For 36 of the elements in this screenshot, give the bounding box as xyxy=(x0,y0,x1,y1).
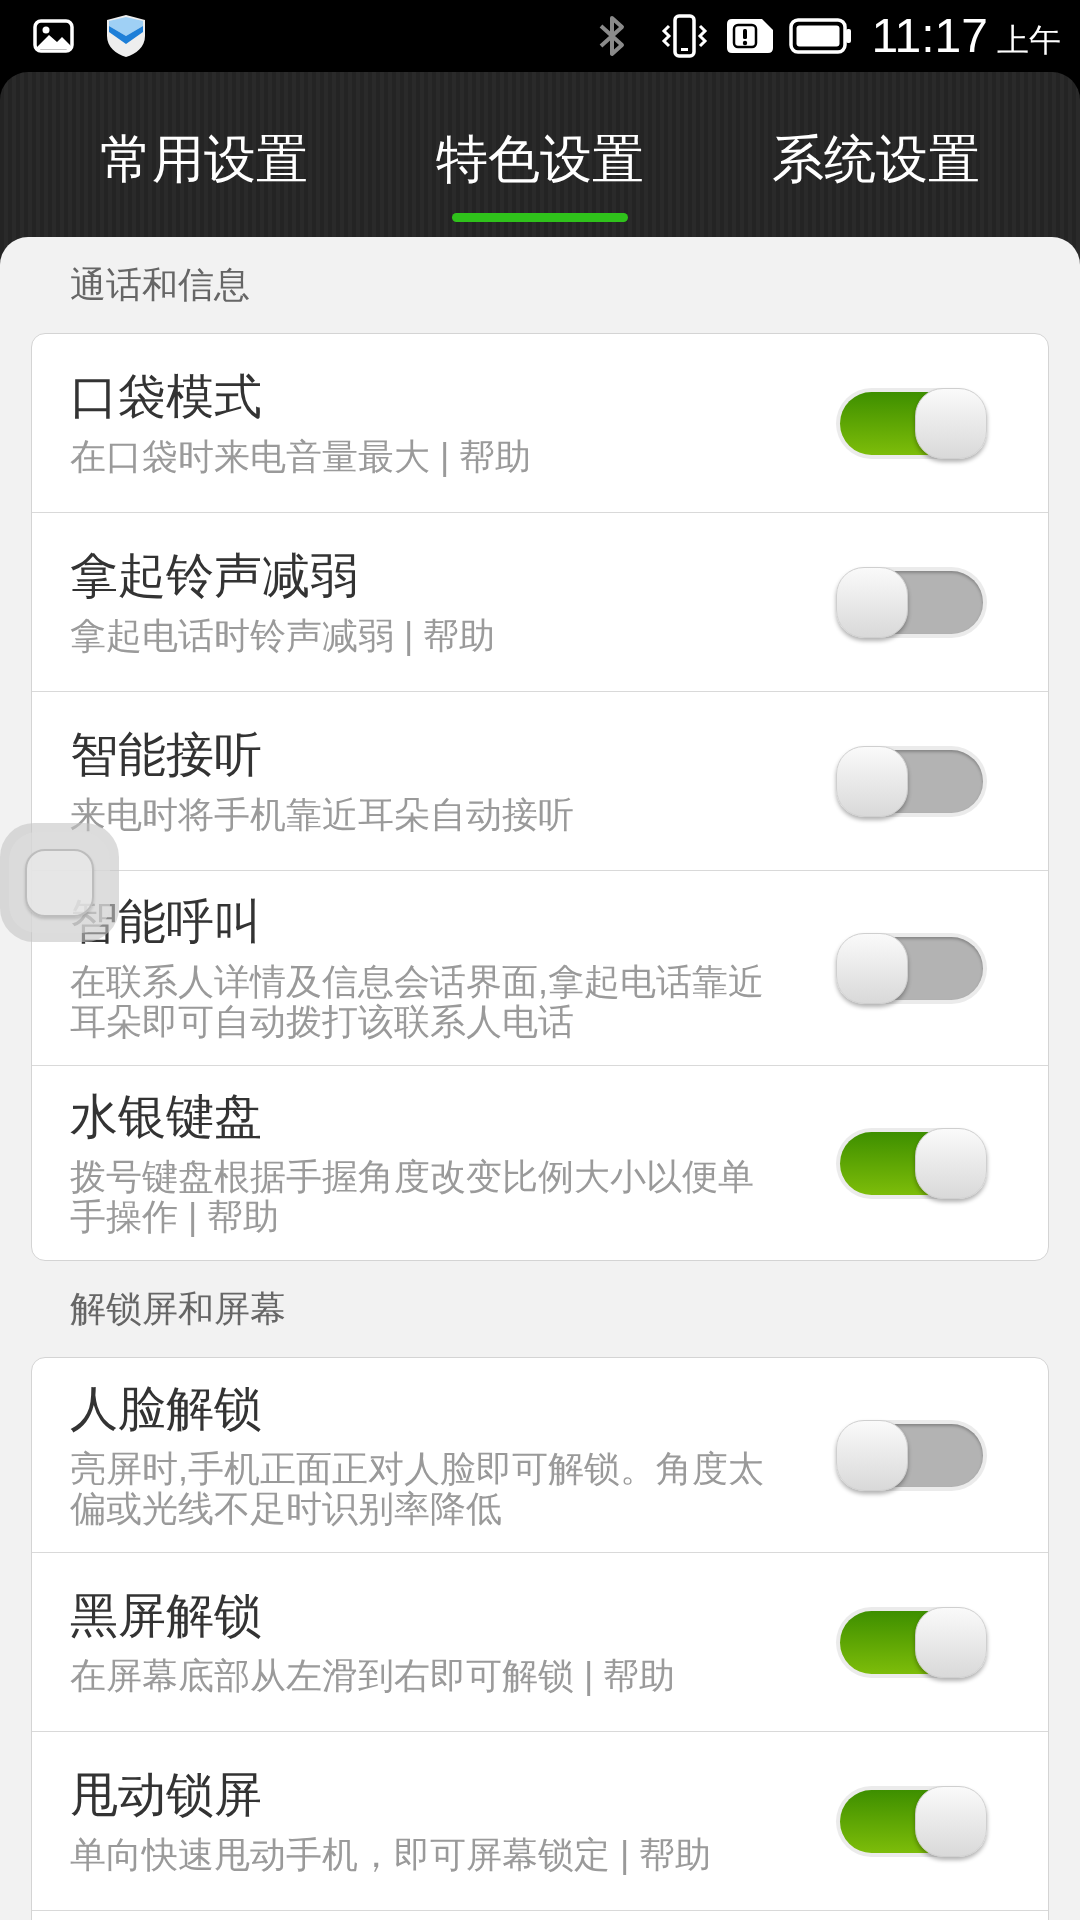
setting-description: 在屏幕底部从左滑到右即可解锁 | 帮助 xyxy=(70,1656,676,1696)
toggle-switch[interactable] xyxy=(836,745,987,817)
toggle-switch[interactable] xyxy=(836,566,987,638)
setting-description: 拿起电话时铃声减弱 | 帮助 xyxy=(70,616,496,656)
setting-title: 人脸解锁 xyxy=(70,1381,262,1437)
setting-description: 亮屏时,手机正面正对人脸即可解锁。角度太偏或光线不足时识别率降低 xyxy=(70,1449,765,1529)
setting-title: 黑屏解锁 xyxy=(70,1588,262,1644)
setting-description: 在口袋时来电音量最大 | 帮助 xyxy=(70,437,532,477)
tab[interactable]: 常用设置 xyxy=(100,129,308,222)
setting-description: 在联系人详情及信息会话界面,拿起电话靠近耳朵即可自动拨打该联系人电话 xyxy=(70,962,765,1042)
setting-title: 智能呼叫 xyxy=(70,894,262,950)
toggle-switch[interactable] xyxy=(836,932,987,1004)
setting-description: 单向快速甩动手机，即可屏幕锁定 | 帮助 xyxy=(70,1835,712,1875)
toggle-switch[interactable] xyxy=(836,387,987,459)
shield-icon xyxy=(105,14,147,58)
time-period: 上午 xyxy=(997,21,1061,60)
tab[interactable]: 系统设置 xyxy=(772,129,980,222)
setting-title: 甩动锁屏 xyxy=(70,1767,262,1823)
setting-title: 水银键盘 xyxy=(70,1089,262,1145)
setting-title: 智能接听 xyxy=(70,727,262,783)
section-header: 解锁屏和屏幕 xyxy=(70,1287,286,1331)
status-time: 11:17 xyxy=(871,8,988,64)
setting-description: 来电时将手机靠近耳朵自动接听 xyxy=(70,795,574,835)
toggle-switch[interactable] xyxy=(836,1127,987,1199)
vibrate-icon xyxy=(660,14,710,58)
toggle-switch[interactable] xyxy=(836,1419,987,1491)
setting-description: 拨号键盘根据手握角度改变比例大小以便单手操作 | 帮助 xyxy=(70,1157,755,1237)
battery-icon xyxy=(789,18,853,54)
toggle-switch[interactable] xyxy=(836,1606,987,1678)
tab[interactable]: 特色设置 xyxy=(436,129,644,222)
setting-title: 拿起铃声减弱 xyxy=(70,548,358,604)
setting-title: 口袋模式 xyxy=(70,369,262,425)
section-header: 通话和信息 xyxy=(70,263,250,307)
gallery-icon xyxy=(33,19,74,53)
toggle-switch[interactable] xyxy=(836,1785,987,1857)
sim-alert-icon xyxy=(726,18,775,54)
